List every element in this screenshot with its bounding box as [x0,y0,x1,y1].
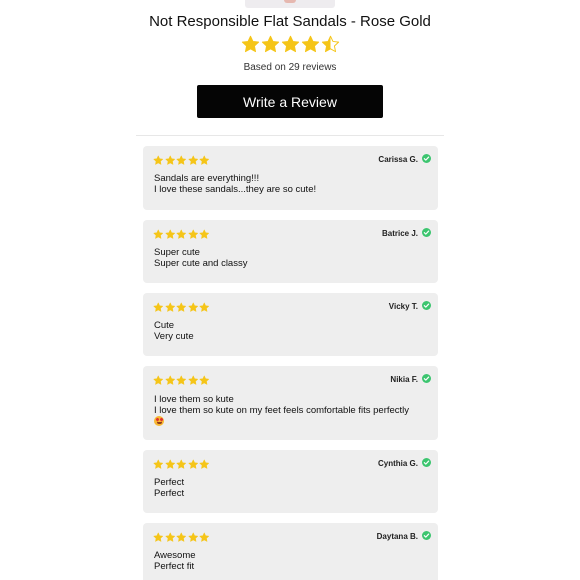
star-icon [153,375,163,385]
average-rating-stars [241,34,341,56]
star-icon [188,375,198,385]
review-card: Nikia F. I love them so kute I love them… [143,366,438,440]
star-icon [165,155,175,165]
review-stars [153,155,210,167]
review-body: Perfect [154,488,185,499]
review-author: Batrice J. [381,229,418,238]
star-icon [199,375,209,385]
star-icon [176,459,186,469]
review-count: Based on 29 reviews [243,62,337,73]
review-body: I love them so kute on my feet feels com… [154,406,428,428]
verified-check-icon [422,531,431,540]
review-body-text: I love them so kute on my feet feels com… [154,405,410,416]
star-icon [165,229,175,239]
review-body: Super cute and classy [154,258,248,269]
review-body: Very cute [154,331,194,342]
review-title: Sandals are everything!!! [154,173,260,184]
review-card: Carissa G. Sandals are everything!!! I l… [143,146,438,210]
review-author: Cynthia G. [377,459,418,468]
review-card: Vicky T. Cute Very cute [143,293,438,356]
review-card: Batrice J. Super cute Super cute and cla… [143,220,438,283]
star-icon [176,375,186,385]
review-title: Perfect [154,477,185,488]
review-body: Perfect fit [154,561,195,572]
star-icon [188,229,198,239]
star-icon [176,302,186,312]
review-title: Super cute [154,247,200,258]
review-stars [153,302,210,314]
verified-check-icon [422,374,431,383]
star-icon [261,35,280,53]
product-title: Not Responsible Flat Sandals - Rose Gold [149,13,431,30]
star-icon [241,35,260,53]
review-stars [153,229,210,241]
star-icon [153,229,163,239]
product-image [245,0,335,8]
star-icon [199,229,209,239]
star-icon [199,302,209,312]
star-icon [165,532,175,542]
star-icon [153,155,163,165]
star-icon [188,532,198,542]
star-icon [153,532,163,542]
verified-check-icon [422,301,431,310]
star-icon [165,459,175,469]
divider [136,135,444,136]
star-icon [153,302,163,312]
verified-check-icon [422,458,431,467]
star-icon [199,155,209,165]
review-title: I love them so kute [154,394,234,405]
star-icon [199,459,209,469]
star-icon [165,302,175,312]
review-stars [153,375,210,387]
review-card: Daytana B. Awesome Perfect fit [143,523,438,580]
write-review-button[interactable]: Write a Review [197,85,383,118]
review-author: Daytana B. [376,532,418,541]
review-author: Nikia F. [390,375,418,384]
star-icon [176,532,186,542]
review-title: Awesome [154,550,196,561]
review-title: Cute [154,320,175,331]
star-icon [188,155,198,165]
review-stars [153,532,210,544]
star-icon [176,155,186,165]
star-icon [176,229,186,239]
star-icon [281,35,300,53]
review-author: Carissa G. [378,155,418,164]
star-icon [165,375,175,385]
heart-eyes-emoji-icon [154,416,164,426]
star-icon [188,302,198,312]
star-icon [199,532,209,542]
star-icon [301,35,320,53]
review-card: Cynthia G. Perfect Perfect [143,450,438,513]
verified-check-icon [422,228,431,237]
star-icon [153,459,163,469]
review-stars [153,459,210,471]
verified-check-icon [422,154,431,163]
star-icon [321,35,340,53]
review-author: Vicky T. [388,302,418,311]
star-icon [188,459,198,469]
review-body: I love these sandals...they are so cute! [154,184,317,195]
